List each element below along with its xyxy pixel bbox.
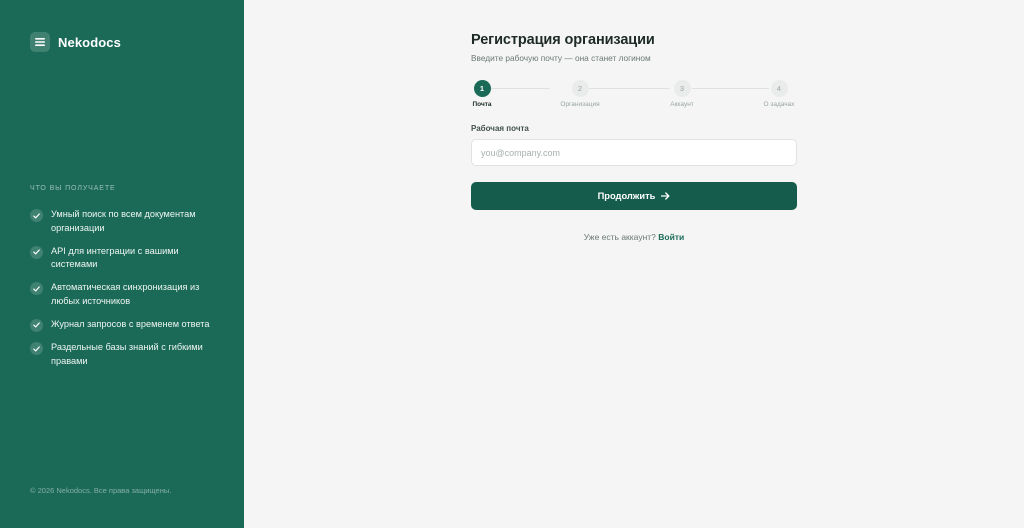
brand-name: Nekodocs bbox=[58, 34, 121, 50]
sidebar: Nekodocs ЧТО ВЫ ПОЛУЧАЕТЕ Умный поиск по… bbox=[0, 0, 244, 528]
menu-icon bbox=[30, 32, 50, 52]
benefit-item: Раздельные базы знаний с гибкими правами bbox=[30, 341, 220, 368]
page-title: Регистрация организации bbox=[471, 32, 655, 48]
step-label: О задачах bbox=[763, 101, 795, 108]
main-content: Регистрация организации Введите рабочую … bbox=[244, 0, 1024, 528]
check-icon bbox=[30, 342, 43, 355]
email-label: Рабочая почта bbox=[471, 124, 529, 133]
check-icon bbox=[30, 245, 43, 259]
step-3: 3 Аккаунт bbox=[652, 80, 712, 108]
copyright: © 2026 Nekodocs. Все права защищены. bbox=[30, 486, 172, 495]
benefit-text: Раздельные базы знаний с гибкими правами bbox=[51, 342, 203, 366]
step-4: 4 О задачах bbox=[749, 80, 809, 108]
benefit-text: Автоматическая синхронизация из любых ист… bbox=[51, 282, 200, 306]
check-icon bbox=[30, 282, 43, 295]
check-icon bbox=[30, 318, 43, 332]
benefit-text: Журнал запросов с временем ответа bbox=[51, 318, 210, 329]
email-field[interactable] bbox=[471, 139, 797, 166]
have-account-text: Уже есть аккаунт? bbox=[583, 232, 656, 242]
benefit-text: Умный поиск по всем документам организаци… bbox=[51, 209, 196, 233]
benefit-item: API для интеграции с вашими системами bbox=[30, 245, 220, 272]
step-1: 1 Почта bbox=[452, 80, 512, 108]
page-subtitle: Введите рабочую почту — она станет логин… bbox=[471, 53, 651, 63]
continue-label: Продолжить bbox=[597, 191, 656, 201]
benefit-text: API для интеграции с вашими системами bbox=[51, 245, 179, 270]
step-label: Аккаунт bbox=[670, 101, 694, 108]
arrow-right-icon bbox=[661, 192, 670, 200]
step-number: 4 bbox=[770, 80, 788, 97]
step-number: 1 bbox=[473, 80, 491, 97]
registration-form: Регистрация организации Введите рабочую … bbox=[471, 32, 797, 242]
step-number: 3 bbox=[673, 80, 691, 97]
step-label: Почта bbox=[472, 101, 492, 108]
check-icon bbox=[30, 209, 43, 222]
step-label: Организация bbox=[560, 101, 600, 108]
benefits-heading: ЧТО ВЫ ПОЛУЧАЕТЕ bbox=[30, 185, 116, 192]
stepper: 1 Почта 2 Организация 3 Аккаунт 4 О зада… bbox=[471, 80, 797, 110]
login-link[interactable]: Войти bbox=[658, 232, 684, 242]
brand-logo[interactable]: Nekodocs bbox=[30, 32, 121, 52]
login-prompt: Уже есть аккаунт? Войти bbox=[471, 232, 797, 242]
benefit-item: Автоматическая синхронизация из любых ист… bbox=[30, 281, 220, 308]
benefit-item: Журнал запросов с временем ответа bbox=[30, 318, 220, 332]
benefits-list: Умный поиск по всем документам организаци… bbox=[30, 208, 220, 378]
continue-button[interactable]: Продолжить bbox=[471, 182, 797, 210]
benefit-item: Умный поиск по всем документам организаци… bbox=[30, 208, 220, 235]
step-2: 2 Организация bbox=[550, 80, 610, 108]
step-number: 2 bbox=[571, 80, 589, 97]
